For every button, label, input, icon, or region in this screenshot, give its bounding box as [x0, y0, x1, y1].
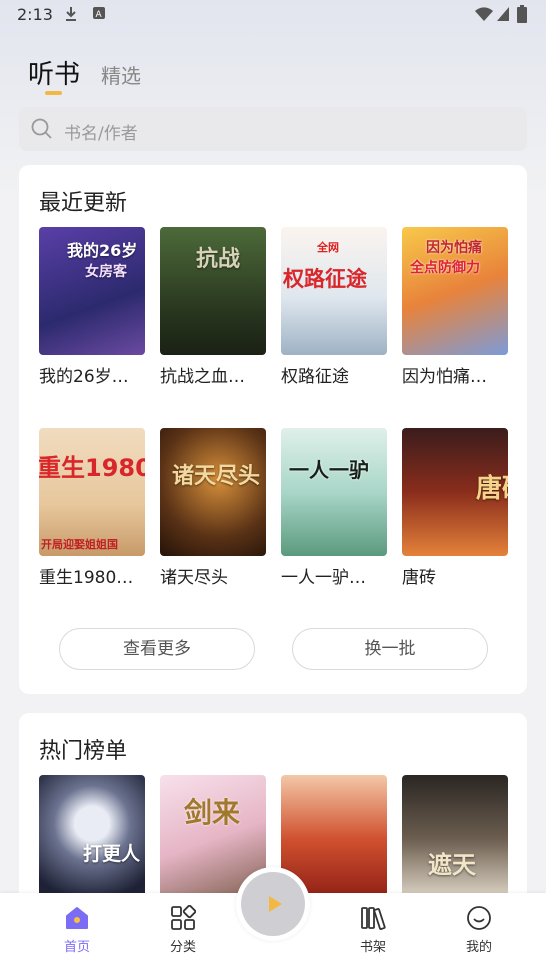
book-cover: 唐砖 [402, 428, 508, 556]
hot-title: 热门榜单 [39, 739, 128, 764]
book-title: 我的26岁… [39, 367, 129, 387]
book-title: 一人一驴… [281, 568, 366, 588]
home-icon [66, 907, 88, 929]
book-title: 唐砖 [402, 568, 436, 588]
play-icon [269, 896, 282, 912]
search-bar[interactable]: 书名/作者 [19, 107, 527, 151]
book-title: 诸天尽头 [160, 568, 228, 588]
recent-title: 最近更新 [39, 191, 128, 216]
play-disc [241, 872, 305, 936]
book-cover: 重生1980 开局迎娶姐姐国 [39, 428, 145, 556]
book-cover: 全网 权路征途 [281, 227, 387, 355]
recent-updates-card: 最近更新 我的26岁 女房客 我的26岁… 抗战 抗战之血… 全网 权路征途 权… [19, 165, 527, 694]
book-cover: 打更人 [39, 775, 145, 903]
tab-listen[interactable]: 听书 [28, 54, 80, 91]
book-cover: 抗战 [160, 227, 266, 355]
status-bar: 2:13 A [0, 0, 546, 30]
book-cover: 我的26岁 女房客 [39, 227, 145, 355]
wifi-icon [475, 7, 493, 21]
nav-home[interactable]: 首页 [42, 893, 112, 963]
book-title: 权路征途 [281, 367, 349, 387]
download-icon [66, 7, 76, 21]
view-more-button[interactable]: 查看更多 [59, 628, 255, 670]
nav-category[interactable]: 分类 [148, 893, 218, 963]
book-title: 重生1980… [39, 568, 134, 588]
nav-shelf[interactable]: 书架 [338, 893, 408, 963]
nav-mine[interactable]: 我的 [444, 893, 514, 963]
refresh-batch-button[interactable]: 换一批 [292, 628, 488, 670]
signal-icon [497, 7, 509, 21]
status-time: 2:13 [17, 5, 53, 24]
battery-icon [517, 5, 527, 23]
tab-featured[interactable]: 精选 [101, 60, 141, 89]
player-button[interactable] [236, 867, 310, 941]
bookshelf-icon [361, 907, 386, 930]
search-input[interactable]: 书名/作者 [64, 119, 138, 144]
tab-indicator [45, 91, 62, 95]
category-icon [171, 905, 196, 930]
book-cover: 诸天尽头 [160, 428, 266, 556]
book-cover: 一人一驴 [281, 428, 387, 556]
book-title: 抗战之血… [160, 367, 245, 387]
app-notification-icon: A [93, 7, 105, 20]
book-cover: 遮天 [402, 775, 508, 903]
search-icon [31, 118, 52, 139]
profile-icon [467, 906, 491, 930]
svg-text:A: A [96, 10, 103, 20]
book-title: 因为怕痛… [402, 367, 487, 387]
book-cover: 因为怕痛 全点防御力 [402, 227, 508, 355]
